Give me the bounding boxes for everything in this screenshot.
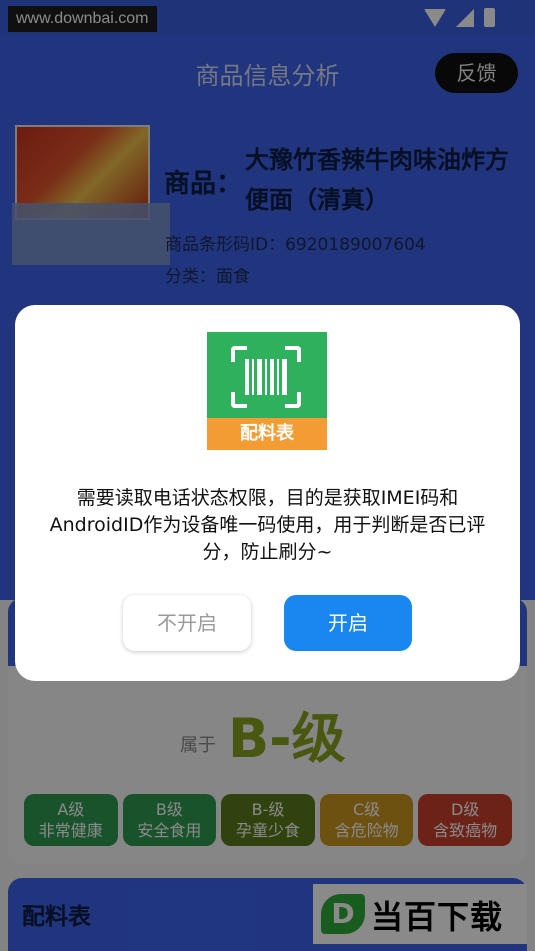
permission-dialog: 配料表 需要读取电话状态权限，目的是获取IMEI码和AndroidID作为设备唯… [15, 305, 520, 681]
allow-button[interactable]: 开启 [284, 595, 412, 651]
dialog-message: 需要读取电话状态权限，目的是获取IMEI码和AndroidID作为设备唯一码使用… [49, 487, 486, 563]
app-logo-label: 配料表 [207, 418, 327, 450]
app-logo-icon: 配料表 [207, 332, 327, 450]
barcode-scan-icon [231, 346, 301, 408]
decline-button[interactable]: 不开启 [123, 595, 251, 651]
app-screen: www.downbai.com 商品信息分析 反馈 商品： 大豫竹香辣牛肉味油炸… [0, 0, 535, 951]
